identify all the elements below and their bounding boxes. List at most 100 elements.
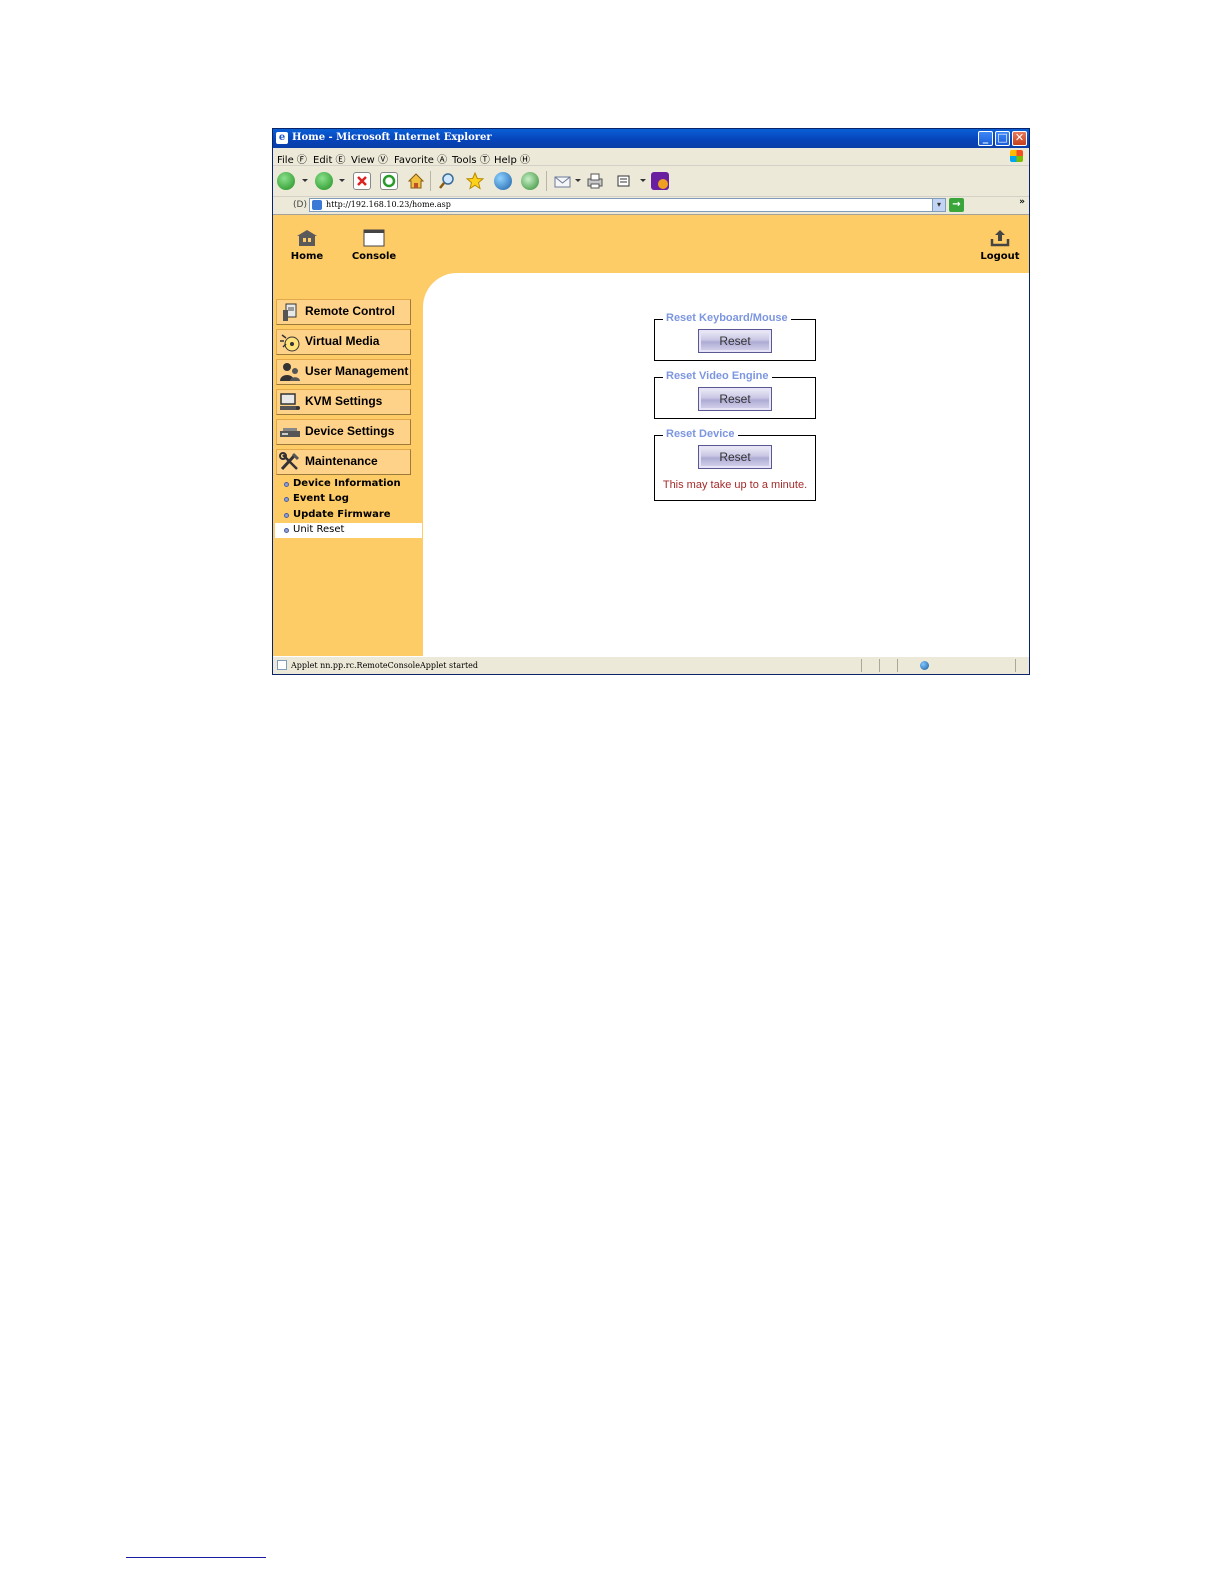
- address-label: (D): [293, 200, 307, 210]
- minimize-button[interactable]: _: [978, 131, 993, 146]
- menu-label: Virtual Media: [305, 334, 380, 348]
- submenu-update-firmware[interactable]: Update Firmware: [275, 508, 422, 523]
- media-icon[interactable]: [494, 172, 512, 190]
- device-settings-icon: [280, 428, 300, 437]
- submenu-label: Event Log: [293, 493, 349, 504]
- group-legend: Reset Device: [663, 428, 738, 440]
- reset-keyboard-mouse-group: Reset Keyboard/Mouse Reset: [654, 312, 816, 361]
- submenu-label: Update Firmware: [293, 509, 391, 520]
- address-input[interactable]: http://192.168.10.23/home.asp ▾: [309, 198, 946, 212]
- mail-dropdown-icon[interactable]: [575, 179, 581, 182]
- windows-logo-icon: [1010, 150, 1023, 162]
- web-page: Home Console Logout Remote Control Virtu…: [273, 215, 1029, 657]
- nav-home-label: Home: [290, 251, 324, 262]
- address-dropdown-icon[interactable]: ▾: [932, 199, 945, 211]
- toolbar: [273, 166, 1029, 197]
- status-divider: [897, 659, 898, 672]
- virtual-media-icon: [280, 334, 300, 352]
- home-nav-icon: [297, 230, 317, 246]
- ie-logo-icon: e: [276, 132, 288, 144]
- submenu-device-information[interactable]: Device Information: [275, 477, 422, 492]
- menu-label: Device Settings: [305, 424, 395, 438]
- menu-label: Maintenance: [305, 454, 378, 468]
- reset-device-button[interactable]: Reset: [698, 445, 772, 469]
- status-divider: [1015, 659, 1016, 672]
- address-bar: (D) http://192.168.10.23/home.asp ▾ → »: [273, 197, 1029, 215]
- status-text: Applet nn.pp.rc.RemoteConsoleApplet star…: [291, 661, 479, 670]
- back-dropdown-icon[interactable]: [302, 179, 308, 182]
- menu-remote-control[interactable]: Remote Control: [276, 299, 411, 325]
- nav-logout[interactable]: Logout: [970, 229, 1029, 262]
- submenu-label: Unit Reset: [293, 524, 345, 535]
- user-management-icon: [280, 363, 300, 381]
- console-nav-icon: [363, 229, 385, 247]
- go-button[interactable]: →: [949, 198, 964, 212]
- back-icon[interactable]: [277, 172, 295, 190]
- remote-control-icon: [283, 303, 297, 321]
- menu-maintenance[interactable]: Maintenance: [276, 449, 411, 475]
- submenu-event-log[interactable]: Event Log: [275, 492, 422, 507]
- status-page-icon: [277, 660, 287, 670]
- stop-icon[interactable]: [353, 172, 371, 190]
- menu-kvm-settings[interactable]: KVM Settings: [276, 389, 411, 415]
- group-legend: Reset Video Engine: [663, 370, 772, 382]
- menu-bar: File Ⓕ Edit Ⓔ View Ⓥ Favorite Ⓐ Tools Ⓣ …: [273, 148, 1029, 166]
- menu-view[interactable]: View Ⓥ: [351, 151, 388, 166]
- menu-tools[interactable]: Tools Ⓣ: [452, 151, 490, 166]
- group-legend: Reset Keyboard/Mouse: [663, 312, 791, 324]
- forward-icon[interactable]: [315, 172, 333, 190]
- toolbar-separator: [546, 171, 547, 191]
- mail-icon[interactable]: [554, 172, 572, 190]
- kvm-settings-icon: [280, 393, 300, 410]
- nav-home[interactable]: Home: [277, 229, 337, 262]
- favorites-icon[interactable]: [465, 171, 485, 190]
- nav-console[interactable]: Console: [344, 229, 404, 262]
- logout-icon: [990, 230, 1010, 247]
- toolbar-overflow-icon[interactable]: »: [1019, 197, 1025, 207]
- search-icon[interactable]: [438, 172, 456, 190]
- edit-icon[interactable]: [615, 172, 633, 190]
- menu-favorite[interactable]: Favorite Ⓐ: [394, 151, 447, 166]
- bullet-icon: [284, 497, 289, 502]
- title-bar[interactable]: e Home - Microsoft Internet Explorer _ □…: [273, 129, 1029, 148]
- address-url[interactable]: http://192.168.10.23/home.asp: [326, 200, 451, 209]
- nav-logout-label: Logout: [980, 251, 1020, 262]
- bullet-icon: [284, 528, 289, 533]
- menu-file[interactable]: File Ⓕ: [277, 151, 307, 166]
- submenu-unit-reset[interactable]: Unit Reset: [275, 523, 422, 538]
- reset-keyboard-mouse-button[interactable]: Reset: [698, 329, 772, 353]
- reset-video-engine-button[interactable]: Reset: [698, 387, 772, 411]
- status-divider: [861, 659, 862, 672]
- edit-dropdown-icon[interactable]: [640, 179, 646, 182]
- footnote-rule: [126, 1557, 266, 1558]
- menu-device-settings[interactable]: Device Settings: [276, 419, 411, 445]
- bullet-icon: [284, 513, 289, 518]
- reset-device-group: Reset Device Reset This may take up to a…: [654, 428, 816, 501]
- print-icon[interactable]: [586, 172, 604, 190]
- browser-window: e Home - Microsoft Internet Explorer _ □…: [272, 128, 1030, 675]
- messenger-icon[interactable]: [651, 172, 669, 190]
- refresh-icon[interactable]: [380, 172, 398, 190]
- menu-user-management[interactable]: User Management: [276, 359, 411, 385]
- status-divider: [879, 659, 880, 672]
- history-icon[interactable]: [521, 172, 539, 190]
- page-icon: [312, 200, 322, 210]
- menu-label: KVM Settings: [305, 394, 383, 408]
- menu-help[interactable]: Help Ⓗ: [494, 151, 530, 166]
- window-title: Home - Microsoft Internet Explorer: [292, 132, 492, 143]
- bullet-icon: [284, 482, 289, 487]
- menu-label: User Management: [305, 364, 409, 378]
- menu-edit[interactable]: Edit Ⓔ: [313, 151, 346, 166]
- menu-virtual-media[interactable]: Virtual Media: [276, 329, 411, 355]
- maintenance-icon: [279, 452, 300, 471]
- reset-video-engine-group: Reset Video Engine Reset: [654, 370, 816, 419]
- menu-label: Remote Control: [305, 304, 395, 318]
- home-icon[interactable]: [407, 172, 425, 190]
- maximize-button[interactable]: □: [995, 131, 1010, 146]
- forward-dropdown-icon[interactable]: [339, 179, 345, 182]
- nav-console-label: Console: [351, 251, 397, 262]
- status-bar: Applet nn.pp.rc.RemoteConsoleApplet star…: [273, 656, 1029, 674]
- close-button[interactable]: ✕: [1012, 131, 1027, 146]
- reset-device-note: This may take up to a minute.: [662, 479, 808, 491]
- submenu-label: Device Information: [293, 478, 401, 489]
